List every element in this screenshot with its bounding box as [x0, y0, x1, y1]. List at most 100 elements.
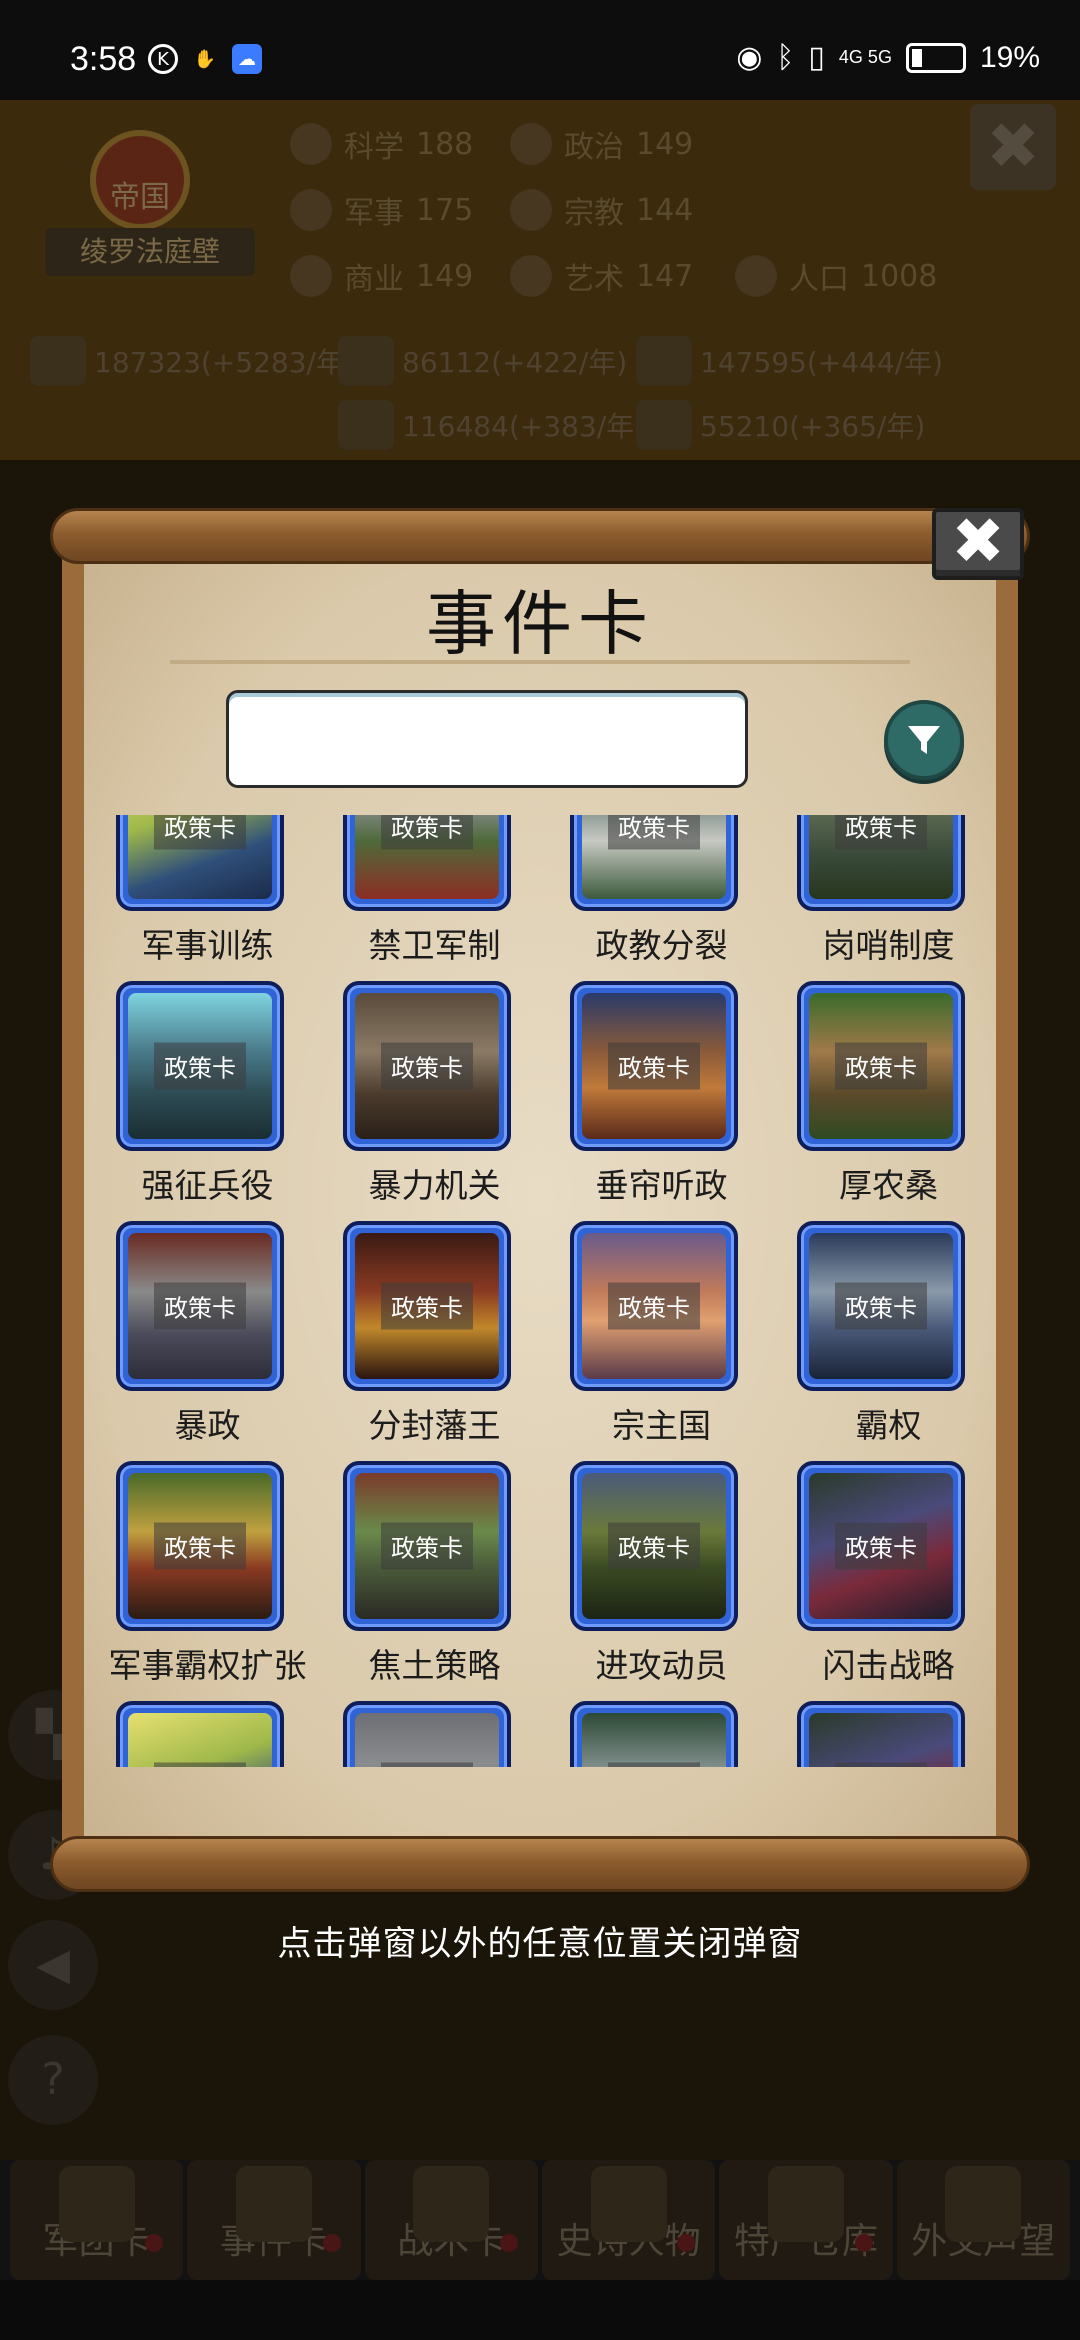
card-art-image: 政策卡	[128, 1233, 272, 1379]
resource-meat: 55210(+365/年)	[636, 400, 925, 450]
filter-button[interactable]	[884, 700, 964, 780]
population-icon	[735, 255, 777, 297]
nav-event-cards[interactable]: 事件卡	[187, 2160, 361, 2280]
card-frame: 政策卡	[797, 815, 965, 911]
policy-card-badge: 政策卡	[154, 815, 246, 850]
empire-title: 帝国	[110, 180, 170, 215]
bottom-nav: 军团卡 事件卡 战术卡 史诗人物 特产仓库 外交声望	[0, 2160, 1080, 2280]
policy-card-badge: 政策卡	[154, 1762, 246, 1767]
event-card[interactable]: 政策卡 暴力机关	[321, 977, 548, 1217]
cloud-icon: ☁	[232, 44, 262, 74]
help-icon[interactable]: ?	[8, 2035, 98, 2125]
card-frame: 政策卡	[570, 1221, 738, 1391]
scroll-roll-bottom	[50, 1836, 1030, 1892]
event-card[interactable]: 政策卡 分封藩王	[321, 1217, 548, 1457]
event-card[interactable]: 政策卡霸权	[775, 1217, 994, 1457]
signal-icon: 4G 5G	[838, 47, 892, 67]
policy-card-badge: 政策卡	[608, 1762, 700, 1767]
card-name: 岗哨制度	[822, 926, 955, 965]
card-name: 焦土策略	[368, 1646, 501, 1685]
event-card[interactable]: 政策卡暴政	[94, 1217, 321, 1457]
commerce-icon	[290, 255, 332, 297]
event-card[interactable]: 政策卡强征兵役	[94, 977, 321, 1217]
politics-icon	[510, 123, 552, 165]
scroll-roll-top	[50, 508, 1030, 564]
event-card[interactable]: 政策卡岗哨制度	[775, 815, 994, 977]
policy-card-badge: 政策卡	[608, 1522, 700, 1570]
event-card[interactable]: 政策卡厚农桑	[775, 977, 994, 1217]
card-art-image: 政策卡	[128, 993, 272, 1139]
card-art-image: 政策卡	[809, 815, 953, 899]
card-frame: 政策卡	[797, 1701, 965, 1767]
event-card[interactable]: 政策卡	[321, 1697, 548, 1767]
nav-epic-figures[interactable]: 史诗人物	[541, 2160, 716, 2280]
event-card[interactable]: 政策卡进攻动员	[548, 1457, 775, 1697]
event-card[interactable]: 政策卡 垂帘听政	[548, 977, 775, 1217]
card-art-image: 政策卡	[582, 1233, 726, 1379]
notification-dot	[322, 2234, 341, 2252]
policy-card-badge: 政策卡	[835, 1762, 927, 1767]
stat-art: 艺术 147	[510, 254, 693, 298]
event-card[interactable]: 政策卡 宗主国	[548, 1217, 775, 1457]
card-name: 强征兵役	[141, 1166, 274, 1205]
event-card[interactable]: 政策卡 政教分裂	[548, 815, 775, 977]
background-close-button[interactable]: ✖	[970, 104, 1056, 190]
stat-religion: 宗教 144	[510, 188, 693, 232]
event-card[interactable]: 政策卡军事霸权扩张	[94, 1457, 321, 1697]
card-name: 厚农桑	[839, 1166, 938, 1205]
card-art-image: 政策卡	[355, 1233, 499, 1379]
policy-card-badge: 政策卡	[154, 1282, 246, 1330]
stat-military: 军事 175	[290, 188, 473, 232]
nav-legion-cards[interactable]: 军团卡	[10, 2160, 184, 2280]
event-card[interactable]: 政策卡	[94, 1697, 321, 1767]
card-frame: 政策卡	[797, 1221, 965, 1391]
nav-specialty-warehouse[interactable]: 特产仓库	[719, 2160, 893, 2280]
event-card[interactable]: 政策卡 军事训练	[94, 815, 321, 977]
notification-dot	[499, 2234, 518, 2252]
search-input[interactable]	[226, 690, 748, 788]
stat-population: 人口 1008	[735, 254, 937, 298]
card-art-image: 政策卡	[582, 1713, 726, 1767]
card-name: 霸权	[855, 1406, 922, 1445]
stat-politics: 政治 149	[510, 122, 693, 166]
policy-card-badge: 政策卡	[154, 1522, 246, 1570]
card-name: 暴政	[174, 1406, 241, 1445]
policy-card-badge: 政策卡	[381, 1042, 473, 1090]
card-art-image: 政策卡	[128, 1713, 272, 1767]
nav-tactic-cards[interactable]: 战术卡	[364, 2160, 538, 2280]
card-frame: 政策卡	[570, 1701, 738, 1767]
card-art-image: 政策卡	[582, 993, 726, 1139]
policy-card-badge: 政策卡	[835, 815, 927, 850]
notification-dot	[145, 2234, 164, 2252]
card-frame: 政策卡	[343, 815, 511, 911]
stat-commerce: 商业 149	[290, 254, 473, 298]
event-card[interactable]: 政策卡 闪击战略	[775, 1457, 994, 1697]
battery-level: 19%	[979, 40, 1040, 74]
status-right: ◉ ᛒ ▯ 4G 5G 19%	[736, 40, 1040, 75]
card-name: 军事霸权扩张	[108, 1646, 307, 1685]
card-frame: 政策卡	[116, 1461, 284, 1631]
card-art-image: 政策卡	[355, 993, 499, 1139]
system-nav-bar	[0, 2280, 1080, 2340]
nav-diplomacy[interactable]: 外交声望	[896, 2160, 1070, 2280]
event-card[interactable]: 政策卡 禁卫军制	[321, 815, 548, 977]
gold-icon	[30, 336, 86, 386]
card-frame: 政策卡	[116, 1701, 284, 1767]
meat-icon	[636, 400, 692, 450]
card-art-image: 政策卡	[809, 1233, 953, 1379]
policy-card-badge: 政策卡	[835, 1042, 927, 1090]
card-name: 进攻动员	[595, 1646, 728, 1685]
card-art-image: 政策卡	[355, 1473, 499, 1619]
event-card[interactable]: 政策卡焦土策略	[321, 1457, 548, 1697]
resource-wood: 86112(+422/年)	[338, 336, 627, 386]
event-card[interactable]: 政策卡	[548, 1697, 775, 1767]
policy-card-badge: 政策卡	[381, 1282, 473, 1330]
card-frame: 政策卡	[570, 981, 738, 1151]
card-frame: 政策卡	[343, 1461, 511, 1631]
policy-card-badge: 政策卡	[381, 1522, 473, 1570]
event-card[interactable]: 政策卡	[775, 1697, 994, 1767]
card-grid-viewport[interactable]: 政策卡 军事训练 政策卡 禁卫军制 政策卡 政教分裂 政策卡 岗哨制度 政策卡 强征兵役 政策卡 暴力…	[94, 815, 994, 1767]
card-frame: 政策卡	[797, 1461, 965, 1631]
hand-icon: ✋	[193, 48, 217, 70]
card-art-image: 政策卡	[128, 1473, 272, 1619]
